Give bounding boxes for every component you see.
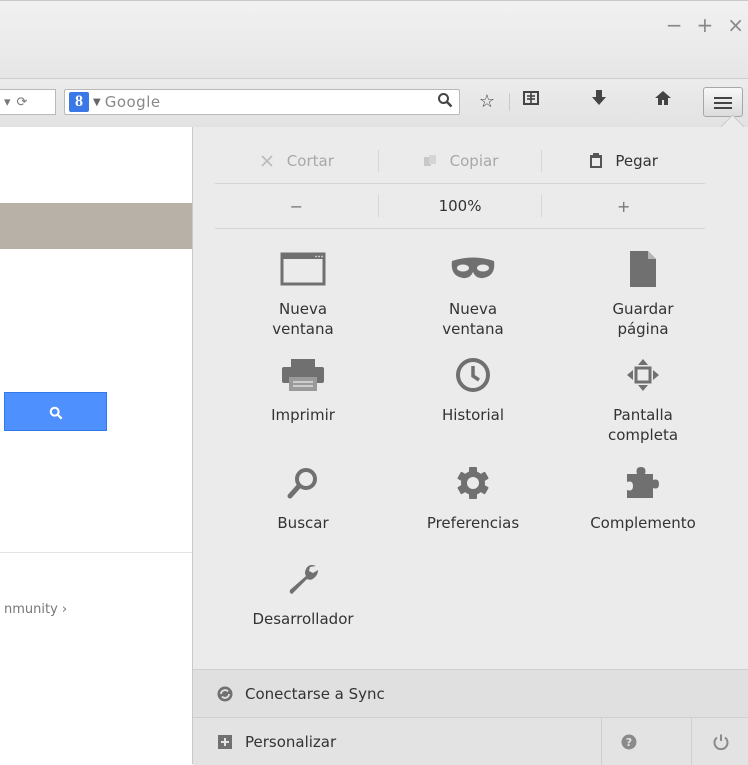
reload-icon[interactable]: ⟳ <box>17 95 28 110</box>
page-banner <box>0 203 192 249</box>
community-link[interactable]: nmunity › <box>4 602 67 617</box>
page-search-button[interactable] <box>4 392 107 431</box>
preferences-button[interactable]: Preferencias <box>398 461 548 533</box>
save-page-label: Guardar página <box>612 300 674 338</box>
fullscreen-label: Pantalla completa <box>607 406 679 444</box>
private-window-button[interactable]: Nueva ventana <box>398 247 548 339</box>
new-window-icon <box>228 247 378 291</box>
developer-label: Desarrollador <box>252 610 354 628</box>
wrench-icon <box>228 557 378 601</box>
printer-icon <box>228 353 378 397</box>
paste-label: Pegar <box>615 152 658 170</box>
history-button[interactable]: Historial <box>398 353 548 425</box>
zoom-out-button[interactable]: − <box>215 197 378 216</box>
dropdown-arrow-icon[interactable]: ▾ <box>4 95 11 110</box>
search-icon <box>49 406 62 419</box>
zoom-controls: − 100% + <box>215 184 705 229</box>
sync-label: Conectarse a Sync <box>245 685 385 703</box>
minimize-button[interactable]: − <box>666 15 683 35</box>
main-menu-panel: Cortar Copiar Pegar − 100% + Nueva ventan… <box>192 114 748 765</box>
print-label: Imprimir <box>271 406 335 424</box>
preferences-label: Preferencias <box>426 514 520 532</box>
save-page-icon <box>568 247 718 291</box>
copy-button[interactable]: Copiar <box>379 152 542 170</box>
developer-button[interactable]: Desarrollador <box>228 557 378 629</box>
zoom-level[interactable]: 100% <box>379 197 542 215</box>
menu-footer: Personalizar ? <box>193 717 748 765</box>
clipboard-icon <box>590 153 603 168</box>
power-icon <box>713 734 729 750</box>
find-label: Buscar <box>277 514 329 532</box>
page-content: nmunity › <box>0 127 192 764</box>
search-box[interactable]: 8 ▼ Google <box>64 89 460 115</box>
history-label: Historial <box>441 406 504 424</box>
private-mask-icon <box>398 247 548 291</box>
fullscreen-icon <box>568 353 718 397</box>
sync-icon <box>217 686 233 702</box>
google-icon[interactable]: 8 <box>69 92 89 112</box>
find-button[interactable]: Buscar <box>228 461 378 533</box>
help-icon: ? <box>621 734 637 749</box>
maximize-button[interactable]: + <box>696 15 713 35</box>
save-page-button[interactable]: Guardar página <box>568 247 718 339</box>
paste-button[interactable]: Pegar <box>542 152 705 170</box>
navigation-toolbar: ▾ ⟳ 8 ▼ Google ☆ <box>0 78 748 128</box>
addons-button[interactable]: Complemento <box>568 461 718 533</box>
cut-label: Cortar <box>286 152 334 170</box>
zoom-in-button[interactable]: + <box>542 197 705 216</box>
new-window-label: Nueva ventana <box>272 300 334 338</box>
search-input[interactable]: Google <box>105 93 431 111</box>
cut-button[interactable]: Cortar <box>215 152 378 170</box>
magnifier-icon <box>228 461 378 505</box>
home-icon[interactable] <box>648 89 678 115</box>
fullscreen-button[interactable]: Pantalla completa <box>568 353 718 445</box>
customize-label: Personalizar <box>245 732 337 751</box>
bookmark-star-icon[interactable]: ☆ <box>472 89 502 115</box>
quit-button[interactable] <box>691 718 748 765</box>
clock-icon <box>398 353 548 397</box>
copy-label: Copiar <box>449 152 499 170</box>
close-button[interactable]: × <box>727 15 744 35</box>
hamburger-menu-icon[interactable] <box>703 87 743 117</box>
private-window-label: Nueva ventana <box>442 300 504 338</box>
window-controls: − + × <box>666 15 744 35</box>
title-bar: − + × <box>0 0 748 79</box>
edit-controls: Cortar Copiar Pegar <box>215 139 705 184</box>
reading-list-icon[interactable] <box>516 89 546 115</box>
download-icon[interactable] <box>584 89 614 115</box>
url-bar[interactable]: ▾ ⟳ <box>0 89 56 115</box>
puzzle-icon <box>568 461 718 505</box>
svg-text:?: ? <box>626 736 632 749</box>
copy-icon <box>423 155 436 166</box>
addons-label: Complemento <box>590 514 696 532</box>
scissors-icon <box>261 155 273 167</box>
engine-dropdown-icon[interactable]: ▼ <box>93 97 101 108</box>
page-divider <box>0 552 192 553</box>
plus-square-icon <box>218 734 232 749</box>
search-magnifier-icon[interactable] <box>431 92 459 113</box>
print-button[interactable]: Imprimir <box>228 353 378 425</box>
gear-icon <box>398 461 548 505</box>
sync-button[interactable]: Conectarse a Sync <box>193 669 748 718</box>
new-window-button[interactable]: Nueva ventana <box>228 247 378 339</box>
help-button[interactable]: ? <box>601 718 656 765</box>
customize-button[interactable]: Personalizar <box>193 733 336 751</box>
toolbar-separator <box>509 93 510 111</box>
